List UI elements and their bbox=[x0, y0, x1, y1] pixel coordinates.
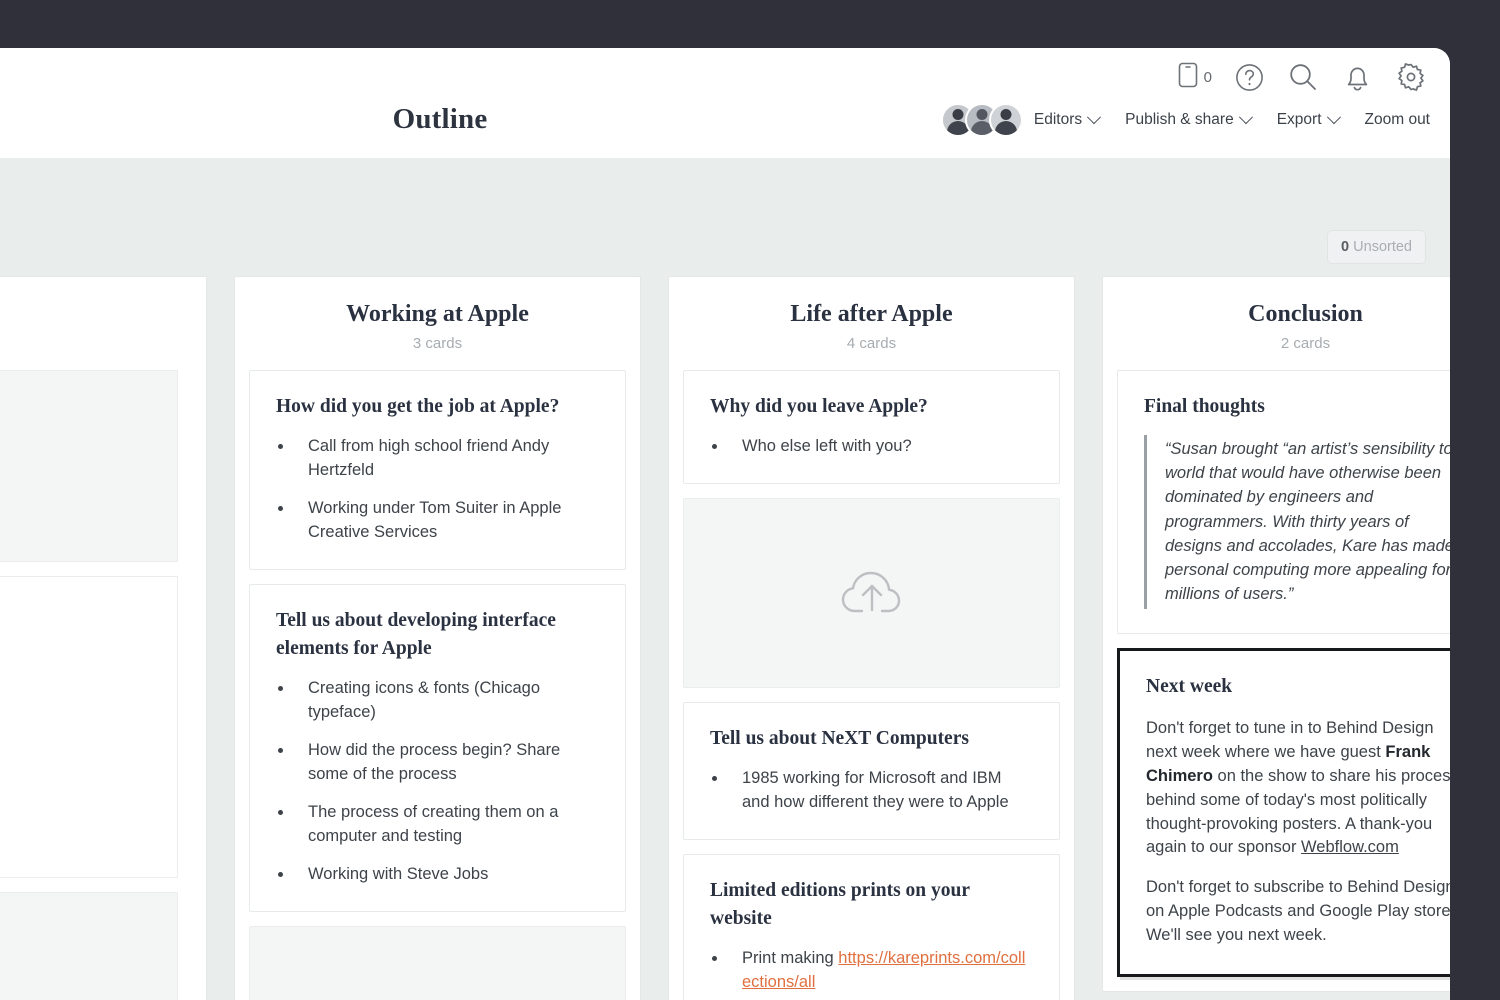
list-item-text: Print making bbox=[742, 949, 839, 968]
export-label: Export bbox=[1276, 111, 1322, 128]
list-item: Who else left with you? bbox=[710, 435, 1033, 459]
board-columns: Working at Apple 3 cards How did you get… bbox=[0, 276, 1450, 1000]
list-item: Creating icons & fonts (Chicago typeface… bbox=[276, 677, 599, 725]
card-title: Tell us about NeXT Computers bbox=[710, 727, 969, 749]
chevron-down-icon bbox=[1326, 110, 1341, 125]
column-cards: Final thoughts “Susan brought “an artist… bbox=[1103, 369, 1450, 992]
card-placeholder[interactable] bbox=[0, 891, 178, 1000]
card-bullet-list: Print making https://kareprints.com/coll… bbox=[710, 947, 1033, 995]
column-life-after-apple[interactable]: Life after Apple 4 cards Why did you lea… bbox=[668, 276, 1075, 1000]
card[interactable]: Limited editions prints on your website … bbox=[683, 853, 1060, 1000]
board-canvas[interactable]: 0 Unsorted Working at Apple 3 cards How … bbox=[0, 158, 1450, 1000]
card-title: Limited editions prints on your website bbox=[710, 879, 970, 930]
card-blockquote: “Susan brought “an artist’s sensibility … bbox=[1144, 434, 1450, 609]
unsorted-badge[interactable]: 0 Unsorted bbox=[1327, 230, 1426, 264]
column-header: Conclusion 2 cards bbox=[1103, 277, 1450, 370]
card[interactable]: How did you get the job at Apple? Call f… bbox=[249, 369, 626, 570]
card-media-upload[interactable] bbox=[683, 497, 1060, 688]
card-title: Final thoughts bbox=[1144, 395, 1265, 417]
column-header bbox=[0, 277, 206, 370]
editor-avatars bbox=[940, 103, 1023, 137]
notifications-bell-icon[interactable] bbox=[1340, 60, 1374, 94]
chevron-down-icon bbox=[1238, 110, 1253, 125]
column-title bbox=[0, 301, 192, 329]
avatar bbox=[988, 103, 1023, 137]
card-placeholder[interactable] bbox=[0, 575, 178, 878]
mobile-preview-button[interactable]: 0 bbox=[1178, 62, 1212, 93]
column-card-count: 2 cards bbox=[1280, 334, 1331, 352]
card-bullet-list: 1985 working for Microsoft and IBM and h… bbox=[710, 767, 1033, 815]
card-bullet-list: Creating icons & fonts (Chicago typeface… bbox=[276, 677, 599, 886]
editors-menu[interactable]: Editors bbox=[940, 103, 1102, 137]
column-cards bbox=[0, 369, 206, 1000]
app-window: 0 Outline Editors Publish & share Export… bbox=[0, 48, 1450, 1000]
column-card-count bbox=[0, 335, 192, 352]
list-item: 1985 working for Microsoft and IBM and h… bbox=[710, 767, 1033, 815]
card[interactable]: Tell us about developing interface eleme… bbox=[249, 583, 626, 912]
column-working-at-apple[interactable]: Working at Apple 3 cards How did you get… bbox=[234, 276, 641, 1000]
zoom-out-button[interactable]: Zoom out bbox=[1365, 111, 1430, 129]
card[interactable]: Why did you leave Apple? Who else left w… bbox=[683, 369, 1060, 484]
unsorted-label: Unsorted bbox=[1353, 239, 1412, 255]
column-header: Life after Apple 4 cards bbox=[669, 277, 1074, 370]
cloud-upload-icon bbox=[839, 564, 905, 621]
chevron-down-icon bbox=[1087, 110, 1102, 125]
app-root: 0 Outline Editors Publish & share Export… bbox=[0, 0, 1500, 1000]
column-title: Conclusion bbox=[1248, 301, 1363, 327]
column-card-count: 3 cards bbox=[412, 334, 463, 352]
card-bullet-list: Call from high school friend Andy Hertzf… bbox=[276, 435, 599, 545]
column-cards: How did you get the job at Apple? Call f… bbox=[235, 369, 640, 1000]
publish-share-menu[interactable]: Publish & share bbox=[1125, 110, 1253, 129]
mobile-preview-count: 0 bbox=[1203, 68, 1212, 86]
help-icon[interactable] bbox=[1232, 60, 1266, 94]
list-item: The process of creating them on a comput… bbox=[276, 801, 599, 849]
unsorted-count: 0 bbox=[1341, 239, 1350, 255]
list-item: Working with Steve Jobs bbox=[276, 863, 599, 887]
column-cards: Why did you leave Apple? Who else left w… bbox=[669, 369, 1074, 1000]
editors-label: Editors bbox=[1033, 111, 1083, 128]
card-media-upload[interactable] bbox=[249, 925, 626, 1000]
list-item: Print making https://kareprints.com/coll… bbox=[710, 947, 1033, 995]
top-bar-icon-row: 0 bbox=[1178, 60, 1428, 94]
publish-share-label: Publish & share bbox=[1125, 111, 1234, 128]
card[interactable]: Final thoughts “Susan brought “an artist… bbox=[1117, 369, 1450, 634]
mobile-preview-icon bbox=[1178, 62, 1198, 93]
list-item: Call from high school friend Andy Hertzf… bbox=[276, 435, 599, 483]
card-paragraph: Don't forget to subscribe to Behind Desi… bbox=[1146, 878, 1450, 945]
top-bar-actions: Editors Publish & share Export Zoom out bbox=[940, 103, 1430, 137]
search-icon[interactable] bbox=[1286, 60, 1320, 94]
column-conclusion[interactable]: Conclusion 2 cards Final thoughts “Susan… bbox=[1102, 276, 1450, 993]
column-title: Life after Apple bbox=[790, 301, 953, 327]
card[interactable]: Tell us about NeXT Computers 1985 workin… bbox=[683, 701, 1060, 840]
card-title: How did you get the job at Apple? bbox=[276, 395, 560, 417]
column-card-count: 4 cards bbox=[846, 334, 897, 352]
zoom-out-label: Zoom out bbox=[1364, 111, 1430, 128]
export-menu[interactable]: Export bbox=[1276, 110, 1341, 129]
settings-gear-icon[interactable] bbox=[1394, 60, 1428, 94]
list-item: Working under Tom Suiter in Apple Creati… bbox=[276, 497, 599, 545]
list-item: How did the process begin? Share some of… bbox=[276, 739, 599, 787]
page-title: Outline bbox=[392, 103, 488, 135]
top-bar: 0 Outline Editors Publish & share Export… bbox=[0, 48, 1450, 158]
column-header: Working at Apple 3 cards bbox=[235, 277, 640, 370]
sponsor-link[interactable]: Webflow.com bbox=[1301, 838, 1399, 856]
card-title: Next week bbox=[1146, 675, 1233, 697]
card-paragraph: Don't forget to tune in to Behind Design… bbox=[1146, 717, 1450, 861]
card-title: Tell us about developing interface eleme… bbox=[276, 609, 556, 659]
card-selected[interactable]: Next week Don't forget to tune in to Beh… bbox=[1117, 647, 1450, 978]
column-title: Working at Apple bbox=[346, 301, 529, 327]
card-title: Why did you leave Apple? bbox=[710, 395, 928, 417]
card-placeholder[interactable] bbox=[0, 369, 178, 562]
column-partial-offscreen[interactable] bbox=[0, 276, 207, 1000]
card-bullet-list: Who else left with you? bbox=[710, 435, 1033, 459]
